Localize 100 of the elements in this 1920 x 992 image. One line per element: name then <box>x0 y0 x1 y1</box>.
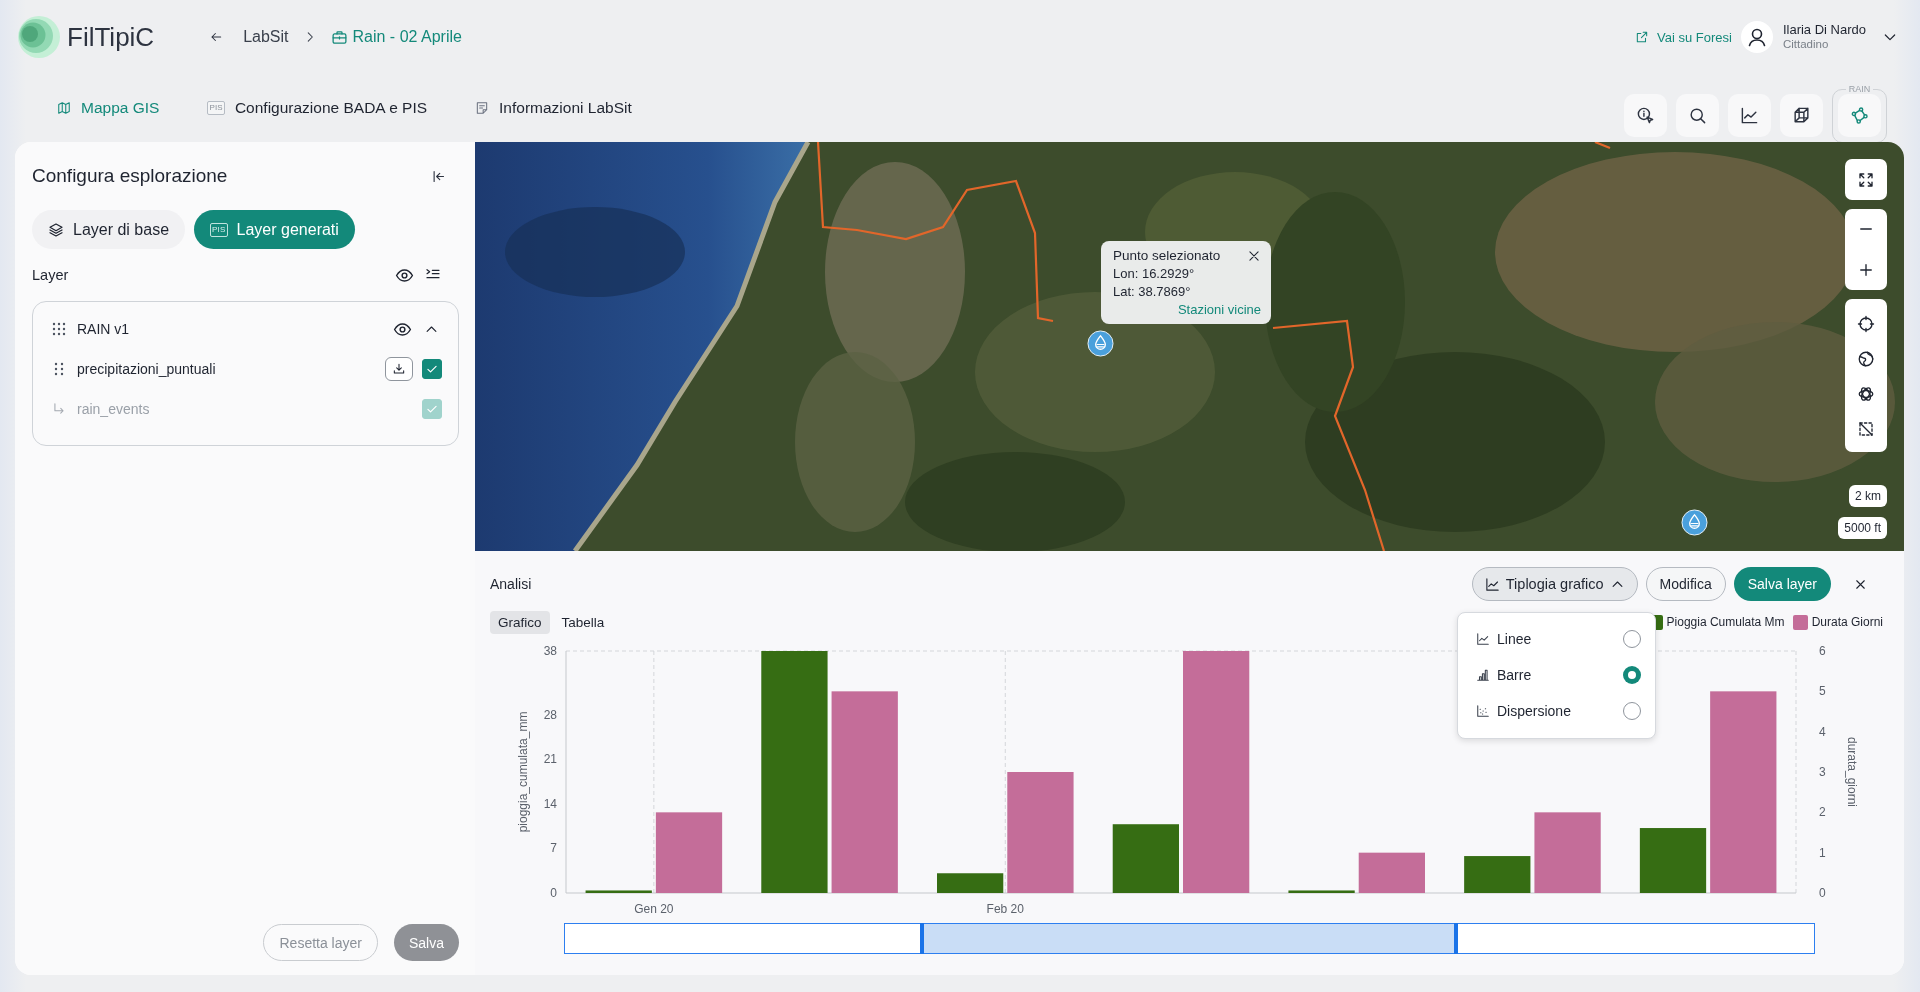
legend-label: Pioggia Cumulata Mm <box>1666 615 1785 629</box>
connected-nodes-icon <box>1850 106 1869 125</box>
text-badge: PIS <box>207 101 225 115</box>
axis-label: pioggia_cumulata_mm <box>516 711 530 833</box>
text-badge: PIS <box>210 222 228 237</box>
latitude-text: Lat: 38.7869° <box>1113 284 1192 299</box>
edit-button[interactable]: Modifica <box>1645 567 1726 601</box>
cube-icon <box>1792 106 1811 125</box>
layer-checkbox[interactable] <box>422 359 442 379</box>
chart-type-button[interactable]: Tiplogia grafico <box>1471 567 1638 601</box>
tick-label: 6 <box>1819 644 1826 658</box>
tick-label: 5 <box>1819 684 1826 699</box>
breadcrumb-link[interactable]: LabSit <box>243 28 289 46</box>
external-link[interactable]: Vai su Foresi <box>1635 29 1732 45</box>
app-name: FilTipiC <box>67 21 155 53</box>
view-tab[interactable]: Tabella <box>553 610 613 634</box>
fullscreen-button[interactable] <box>1845 159 1887 200</box>
legend-label: Durata Giorni <box>1811 615 1883 629</box>
chart-type-option[interactable]: Barre <box>1476 657 1641 693</box>
tick-label: 14 <box>543 796 557 811</box>
tick-label: 2 <box>1819 805 1826 820</box>
tick-label: 28 <box>543 707 557 722</box>
chart-type-option[interactable]: Dispersione <box>1476 693 1641 729</box>
logo-icon <box>18 16 60 58</box>
analysis-title: Analisi <box>490 576 532 592</box>
tick-label: 4 <box>1819 724 1826 739</box>
longitude-text: Lon: 16.2929° <box>1113 266 1196 281</box>
nav-tab[interactable]: PIS Configurazione BADA e PIS <box>207 99 428 117</box>
back-arrow-icon[interactable] <box>209 30 224 44</box>
option-label: Linee <box>1497 631 1532 647</box>
corner-arrow-icon <box>52 402 66 416</box>
note-icon <box>475 101 490 115</box>
toolbar-button[interactable] <box>1624 94 1667 137</box>
water-drop-marker-icon[interactable] <box>1681 509 1708 536</box>
toolbar-button[interactable] <box>1676 94 1719 137</box>
line-chart-icon <box>1476 632 1490 646</box>
tick-label: Gen 20 <box>634 902 674 916</box>
toolbar-button[interactable] <box>1780 94 1823 137</box>
slider-handle[interactable] <box>1453 923 1458 954</box>
line-chart-icon <box>1740 106 1759 125</box>
map-illustration[interactable] <box>475 142 1904 551</box>
info-cursor-icon <box>1636 106 1655 125</box>
layer-name: precipitazioni_puntuali <box>77 361 216 377</box>
interlaced-rings-icon[interactable] <box>1857 385 1875 403</box>
collapse-left-icon[interactable] <box>431 168 446 184</box>
search-icon <box>1688 106 1707 125</box>
scale-label: 5000 ft <box>1838 517 1887 539</box>
user-name: Ilaria Di Nardo <box>1782 22 1866 38</box>
popup-title: Punto selezionato <box>1113 248 1221 263</box>
panel-title: Configura esplorazione <box>32 165 228 187</box>
radio-button[interactable] <box>1623 666 1641 684</box>
tick-label: Feb 20 <box>986 902 1024 916</box>
tick-label: 38 <box>543 644 557 658</box>
layer-group-name: RAIN v1 <box>77 321 130 337</box>
tick-label: 1 <box>1819 845 1826 860</box>
axis-label: durata_giorni <box>1845 736 1859 808</box>
external-link-icon <box>1635 30 1649 44</box>
range-slider-track[interactable] <box>564 923 1815 954</box>
tick-label: 7 <box>550 841 557 856</box>
dashed-square-slash-icon[interactable] <box>1857 420 1875 438</box>
scale-label: 2 km <box>1849 485 1887 507</box>
nearby-stations-link[interactable]: Stazioni vicine <box>1177 302 1261 317</box>
layers-icon <box>48 221 64 238</box>
briefcase-icon <box>330 28 348 46</box>
option-label: Dispersione <box>1497 703 1571 719</box>
view-tab[interactable]: Grafico <box>490 610 550 634</box>
map-icon <box>57 101 71 115</box>
nav-tab[interactable]: Mappa GIS <box>57 99 160 117</box>
download-button[interactable] <box>385 357 413 381</box>
scatter-chart-icon <box>1476 704 1490 718</box>
slider-handle[interactable] <box>920 923 925 954</box>
section-label: Layer <box>32 267 69 283</box>
tick-label: 3 <box>1819 765 1826 779</box>
close-icon[interactable] <box>1247 248 1261 263</box>
tick-label: 21 <box>543 752 557 767</box>
layer-name: rain_events <box>77 401 150 417</box>
user-role: Cittadino <box>1782 37 1830 52</box>
radio-button[interactable] <box>1623 630 1641 648</box>
tick-label: 0 <box>1819 886 1826 900</box>
chart-type-option[interactable]: Linee <box>1476 621 1641 657</box>
avatar-icon[interactable] <box>1740 21 1773 53</box>
layer-tab[interactable]: PIS Layer generati <box>194 210 355 249</box>
radio-button[interactable] <box>1623 702 1641 720</box>
bar-chart-icon <box>1476 668 1490 682</box>
layer-tab[interactable]: Layer di base <box>32 210 186 249</box>
option-label: Barre <box>1497 667 1532 683</box>
tick-label: 0 <box>550 886 557 900</box>
expand-icon <box>1857 170 1875 189</box>
nav-tab[interactable]: Informazioni LabSit <box>475 99 632 117</box>
crosshair-icon[interactable] <box>1857 315 1875 333</box>
water-drop-marker-icon[interactable] <box>1087 330 1114 357</box>
drag-handle-icon[interactable] <box>52 322 66 336</box>
globe-icon[interactable] <box>1857 350 1875 368</box>
breadcrumb-current: Rain - 02 Aprile <box>352 28 462 46</box>
drag-handle-icon[interactable] <box>52 362 66 376</box>
line-chart-icon <box>1484 576 1500 592</box>
toolbar-button[interactable] <box>1728 94 1771 137</box>
tool-group-label: RAIN <box>1847 85 1872 94</box>
download-icon <box>392 362 406 376</box>
save-layer-button[interactable]: Salva layer <box>1733 567 1831 601</box>
